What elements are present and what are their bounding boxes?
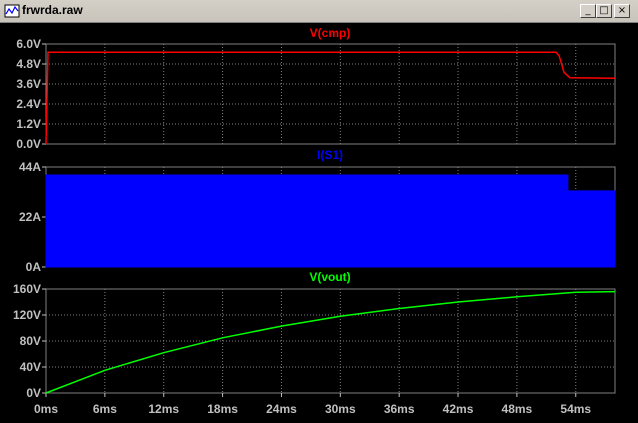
x-tick-label: 30ms: [325, 402, 356, 416]
y-axis-ticks: 160V 120V 80V 40V 0V: [13, 282, 46, 400]
minimize-icon: _: [585, 5, 591, 16]
waveform-file-icon: [4, 4, 20, 18]
x-tick-label: 0ms: [34, 402, 58, 416]
x-tick-label: 12ms: [148, 402, 179, 416]
title-bar[interactable]: frwrda.raw _ □ ×: [0, 0, 638, 23]
pane-is1[interactable]: I(S1) 44A 22A 0A: [19, 148, 616, 274]
y-tick-label: 80V: [20, 334, 41, 348]
x-tick-label: 48ms: [502, 402, 533, 416]
y-tick-label: 44A: [19, 160, 41, 174]
y-tick-label: 3.6V: [16, 77, 41, 91]
x-tick-label: 6ms: [93, 402, 117, 416]
y-axis-ticks: 6.0V 4.8V 3.6V 2.4V 1.2V 0.0V: [16, 37, 46, 151]
y-tick-label: 0.0V: [16, 137, 41, 151]
minimize-button[interactable]: _: [580, 4, 596, 18]
close-icon: ×: [617, 5, 627, 16]
y-tick-label: 4.8V: [16, 57, 41, 71]
plot-area[interactable]: V(cmp) 6.0V 4.8V 3.6V 2.4V 1.2V 0.0V I(S1) 44…: [0, 22, 638, 423]
y-tick-label: 22A: [19, 210, 41, 224]
y-tick-label: 0A: [26, 260, 42, 274]
y-tick-label: 6.0V: [16, 37, 41, 51]
y-tick-label: 0V: [26, 386, 41, 400]
pane-vcmp[interactable]: V(cmp) 6.0V 4.8V 3.6V 2.4V 1.2V 0.0V: [16, 26, 616, 151]
y-tick-label: 2.4V: [16, 97, 41, 111]
pane-title-vout: V(vout): [309, 270, 350, 284]
y-axis-ticks: 44A 22A 0A: [19, 160, 46, 274]
x-tick-label: 36ms: [384, 402, 415, 416]
close-button[interactable]: ×: [614, 4, 630, 18]
grid: [46, 44, 615, 144]
y-tick-label: 1.2V: [16, 117, 41, 131]
y-tick-label: 120V: [13, 308, 41, 322]
x-axis-ticks: 0ms 6ms 12ms 18ms 24ms 30ms 36ms 42ms 48ms 54ms: [34, 393, 591, 416]
trace-is1: [45, 174, 616, 268]
trace-vout: [45, 290, 616, 394]
grid: [46, 289, 615, 393]
x-tick-label: 24ms: [266, 402, 297, 416]
x-tick-label: 54ms: [560, 402, 591, 416]
waveform-viewer-window: frwrda.raw _ □ × V(cmp) 6.0V 4.8V 3.6V 2.4V…: [0, 0, 638, 423]
x-tick-label: 18ms: [207, 402, 238, 416]
x-tick-label: 42ms: [443, 402, 474, 416]
maximize-button[interactable]: □: [596, 4, 612, 18]
pane-frame: [45, 43, 616, 145]
pane-title-is1: I(S1): [317, 148, 343, 162]
window-title: frwrda.raw: [22, 3, 83, 17]
y-tick-label: 40V: [20, 360, 41, 374]
pane-title-vcmp: V(cmp): [310, 26, 351, 40]
maximize-icon: □: [599, 5, 609, 16]
trace-vcmp: [45, 51, 616, 145]
y-tick-label: 160V: [13, 282, 41, 296]
pane-vout[interactable]: V(vout) 160V 120V 80V 40V 0V 0ms 6ms 12ms 18ms 2…: [13, 270, 616, 416]
